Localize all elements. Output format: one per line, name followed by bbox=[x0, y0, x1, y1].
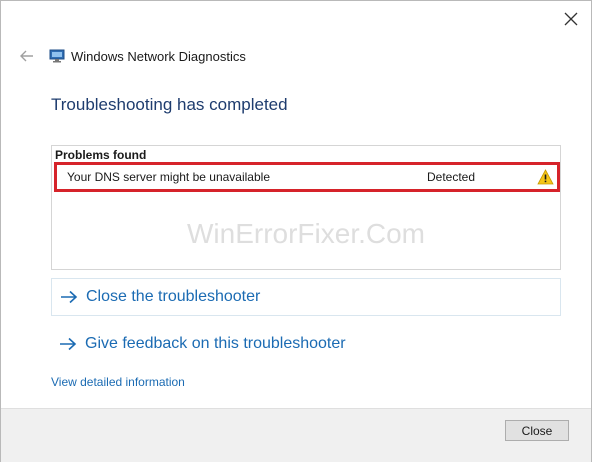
close-troubleshooter-link[interactable]: Close the troubleshooter bbox=[51, 278, 561, 316]
dialog-footer: Close bbox=[1, 408, 591, 462]
problem-status: Detected bbox=[427, 170, 476, 184]
problem-row[interactable]: Your DNS server might be unavailable Det… bbox=[54, 162, 560, 192]
back-arrow-icon[interactable] bbox=[19, 48, 35, 64]
give-feedback-label: Give feedback on this troubleshooter bbox=[85, 335, 346, 352]
arrow-right-icon bbox=[61, 290, 78, 304]
problem-name: Your DNS server might be unavailable bbox=[67, 170, 270, 184]
title-bar: Windows Network Diagnostics bbox=[19, 45, 246, 67]
problems-list: Problems found Your DNS server might be … bbox=[51, 145, 561, 270]
give-feedback-link[interactable]: Give feedback on this troubleshooter bbox=[51, 325, 561, 363]
view-detailed-information-link[interactable]: View detailed information bbox=[51, 375, 185, 389]
arrow-right-icon bbox=[60, 337, 77, 351]
problems-header: Problems found bbox=[55, 148, 147, 162]
close-button[interactable]: Close bbox=[505, 420, 569, 441]
close-icon[interactable] bbox=[563, 11, 579, 27]
diagnostics-window: Windows Network Diagnostics Troubleshoot… bbox=[0, 0, 592, 462]
watermark: WinErrorFixer.Com bbox=[186, 218, 425, 249]
page-heading: Troubleshooting has completed bbox=[51, 95, 288, 114]
window-title: Windows Network Diagnostics bbox=[71, 48, 246, 64]
warning-icon bbox=[537, 169, 554, 185]
close-troubleshooter-label: Close the troubleshooter bbox=[86, 288, 261, 305]
network-diagnostics-icon bbox=[49, 49, 65, 63]
